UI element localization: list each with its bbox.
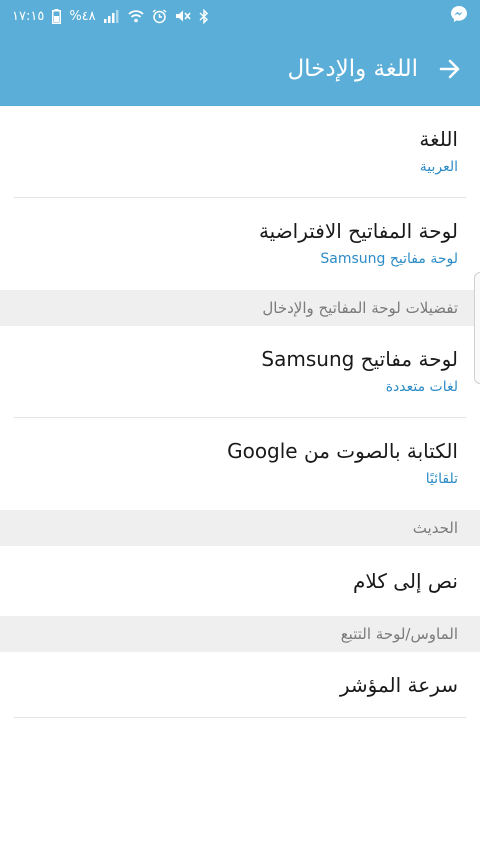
setting-language[interactable]: اللغة العربية <box>0 106 480 198</box>
setting-title: الكتابة بالصوت من Google <box>227 439 458 463</box>
empty-area <box>0 718 480 854</box>
setting-pointer-speed[interactable]: سرعة المؤشر <box>0 652 480 718</box>
settings-list: اللغة العربية لوحة المفاتيح الافتراضية ل… <box>0 106 480 718</box>
status-bar: ١٧:١٥ %٤٨ <box>0 0 480 32</box>
section-mouse-trackpad: الماوس/لوحة التتبع <box>0 616 480 652</box>
setting-title: اللغة <box>419 127 458 151</box>
setting-value: تلقائيًا <box>425 471 458 487</box>
messenger-icon <box>450 5 468 27</box>
setting-value: العربية <box>419 159 458 175</box>
battery-icon <box>52 8 62 24</box>
mute-icon <box>175 9 191 23</box>
signal-icon <box>103 9 120 23</box>
wifi-icon <box>128 9 144 23</box>
setting-samsung-keyboard[interactable]: لوحة مفاتيح Samsung لغات متعددة <box>0 326 480 418</box>
setting-value: لوحة مفاتيح Samsung <box>320 251 458 267</box>
back-button[interactable] <box>436 55 464 83</box>
bluetooth-icon <box>199 8 209 24</box>
setting-title: سرعة المؤشر <box>339 673 458 697</box>
setting-google-voice-typing[interactable]: الكتابة بالصوت من Google تلقائيًا <box>0 418 480 510</box>
section-keyboard-input-preferences: تفضيلات لوحة المفاتيح والإدخال <box>0 290 480 326</box>
section-speech: الحديث <box>0 510 480 546</box>
setting-default-keyboard[interactable]: لوحة المفاتيح الافتراضية لوحة مفاتيح Sam… <box>0 198 480 290</box>
setting-title: نص إلى كلام <box>353 569 458 593</box>
alarm-icon <box>152 8 167 24</box>
page-title: اللغة والإدخال <box>287 56 418 82</box>
app-bar: اللغة والإدخال <box>0 32 480 106</box>
status-time: ١٧:١٥ <box>12 8 45 24</box>
setting-value: لغات متعددة <box>385 379 458 395</box>
setting-text-to-speech[interactable]: نص إلى كلام <box>0 546 480 616</box>
setting-title: لوحة المفاتيح الافتراضية <box>258 219 458 243</box>
setting-title: لوحة مفاتيح Samsung <box>261 347 458 371</box>
status-icons: ١٧:١٥ %٤٨ <box>12 8 209 24</box>
scrollbar[interactable] <box>474 272 480 384</box>
battery-percent: %٤٨ <box>69 8 96 24</box>
arrow-right-icon <box>439 59 460 79</box>
